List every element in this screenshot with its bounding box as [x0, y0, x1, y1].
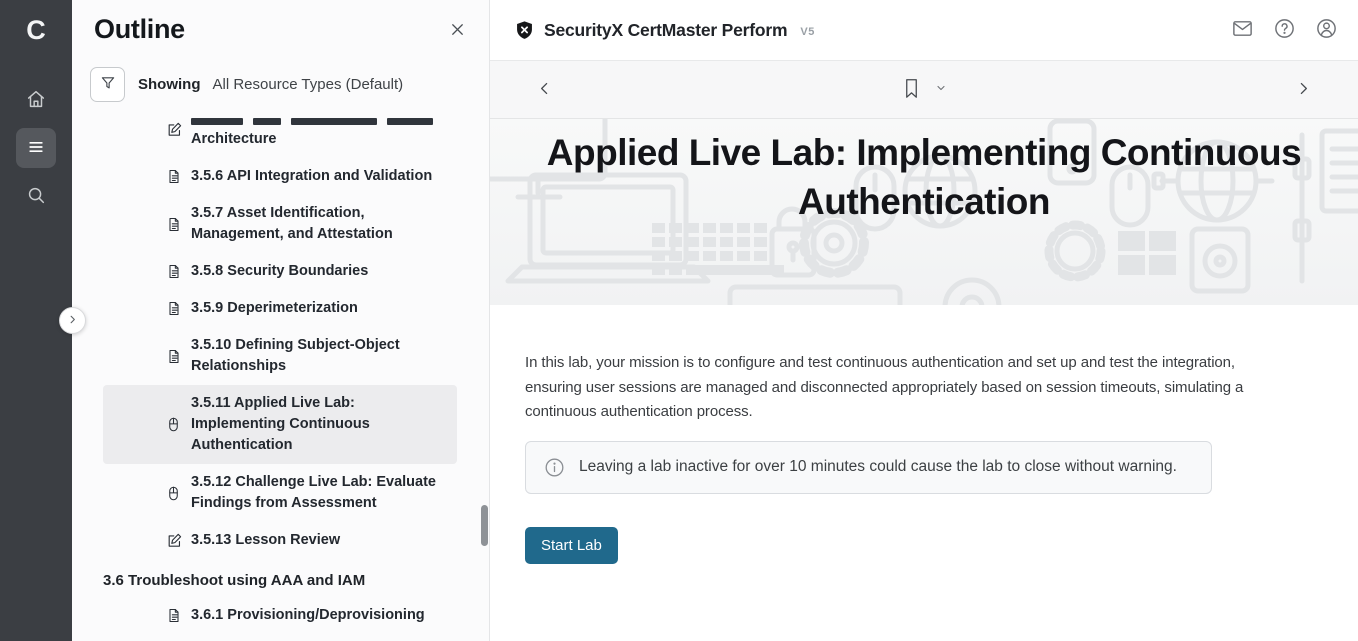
securityx-shield-icon [514, 20, 535, 41]
edit-icon [166, 532, 183, 549]
lab-description: In this lab, your mission is to configur… [525, 351, 1290, 425]
outline-item[interactable]: 3.5.13 Lesson Review [103, 522, 457, 559]
outline-menu-button[interactable] [16, 128, 56, 168]
bookmark-dropdown-button[interactable] [935, 82, 947, 97]
outline-title: Outline [94, 14, 185, 45]
home-button[interactable] [16, 80, 56, 120]
start-lab-button[interactable]: Start Lab [525, 527, 618, 564]
inactivity-notice-text: Leaving a lab inactive for over 10 minut… [579, 458, 1177, 476]
doc-icon [166, 300, 183, 317]
outline-item[interactable]: 3.5.10 Defining Subject-Object Relations… [103, 327, 457, 385]
outline-panel: Outline Showing All Resource Types (Defa… [72, 0, 490, 641]
outline-item-label: 3.5.12 Challenge Live Lab: Evaluate Find… [191, 472, 436, 514]
next-page-button[interactable] [1295, 80, 1312, 100]
outline-section-header: 3.6 Troubleshoot using AAA and IAM [103, 559, 457, 597]
outline-scrollbar-thumb[interactable] [481, 505, 488, 546]
clipped-text-fragments [191, 111, 433, 129]
chevron-left-icon [536, 80, 553, 100]
outline-item[interactable]: Architecture [103, 111, 457, 158]
product-name: SecurityX CertMaster Perform [544, 20, 787, 41]
bookmark-icon [902, 77, 921, 103]
resource-type-filter-value: All Resource Types (Default) [213, 76, 404, 93]
outline-item-label: 3.5.10 Defining Subject-Object Relations… [191, 335, 400, 377]
product-version: V5 [800, 26, 814, 38]
filter-button[interactable] [90, 67, 125, 102]
filter-funnel-icon [99, 74, 117, 95]
outline-item[interactable]: 3.6.1 Provisioning/Deprovisioning [103, 597, 457, 634]
mouse-icon [166, 485, 183, 502]
mouse-icon [166, 416, 183, 433]
search-icon [25, 184, 47, 209]
outline-item-label: 3.5.11 Applied Live Lab: Implementing Co… [191, 393, 370, 456]
outline-item[interactable]: 3.5.12 Challenge Live Lab: Evaluate Find… [103, 464, 457, 522]
close-outline-button[interactable] [448, 20, 467, 42]
mail-icon [1231, 17, 1254, 43]
help-icon [1273, 17, 1296, 43]
outline-item-label: 3.6.1 Provisioning/Deprovisioning [191, 605, 425, 626]
outline-item[interactable]: 3.5.6 API Integration and Validation [103, 158, 457, 195]
bookmark-button[interactable] [902, 77, 921, 103]
product-header: SecurityX CertMaster Perform V5 [490, 0, 1358, 61]
doc-icon [166, 607, 183, 624]
search-button[interactable] [16, 176, 56, 216]
doc-icon [166, 216, 183, 233]
doc-icon [166, 348, 183, 365]
outline-item-label: 3.5.13 Lesson Review [191, 530, 340, 551]
outline-item-label: 3.5.8 Security Boundaries [191, 261, 368, 282]
home-icon [25, 88, 47, 113]
lesson-body: In this lab, your mission is to configur… [490, 305, 1358, 564]
outline-item-label: 3.5.9 Deperimeterization [191, 298, 358, 319]
lesson-banner: Applied Live Lab: Implementing Continuou… [490, 119, 1358, 305]
help-button[interactable] [1273, 17, 1296, 43]
outline-item[interactable]: 3.5.7 Asset Identification, Management, … [103, 195, 457, 253]
main-content: SecurityX CertMaster Perform V5 [490, 0, 1358, 641]
chevron-down-icon [935, 82, 947, 97]
showing-label: Showing [138, 76, 201, 93]
edit-icon [166, 121, 183, 138]
account-icon [1315, 17, 1338, 43]
chevron-right-icon [67, 313, 78, 328]
doc-icon [166, 263, 183, 280]
outline-item[interactable]: 3.5.9 Deperimeterization [103, 290, 457, 327]
comptia-logo: C [26, 12, 46, 48]
lesson-toolbar [490, 61, 1358, 119]
brand: SecurityX CertMaster Perform V5 [514, 20, 815, 41]
messages-button[interactable] [1231, 17, 1254, 43]
outline-item-label: Architecture [191, 111, 433, 150]
outline-list: Architecture 3.5.6 API Integration and Va… [72, 111, 489, 641]
outline-item-label: 3.5.6 API Integration and Validation [191, 166, 432, 187]
app-window: C Outline [0, 0, 1358, 641]
panel-collapse-toggle[interactable] [59, 307, 86, 334]
chevron-right-icon [1295, 80, 1312, 100]
outline-item-label: 3.5.7 Asset Identification, Management, … [191, 203, 393, 245]
outline-item[interactable]: 3.5.8 Security Boundaries [103, 253, 457, 290]
hamburger-menu-icon [26, 137, 46, 160]
lesson-title: Applied Live Lab: Implementing Continuou… [490, 119, 1358, 226]
inactivity-notice: Leaving a lab inactive for over 10 minut… [525, 441, 1212, 494]
account-button[interactable] [1315, 17, 1338, 43]
previous-page-button[interactable] [536, 80, 553, 100]
outline-item[interactable]: 3.5.11 Applied Live Lab: Implementing Co… [103, 385, 457, 464]
info-icon [544, 457, 565, 478]
close-icon [448, 27, 467, 42]
doc-icon [166, 168, 183, 185]
